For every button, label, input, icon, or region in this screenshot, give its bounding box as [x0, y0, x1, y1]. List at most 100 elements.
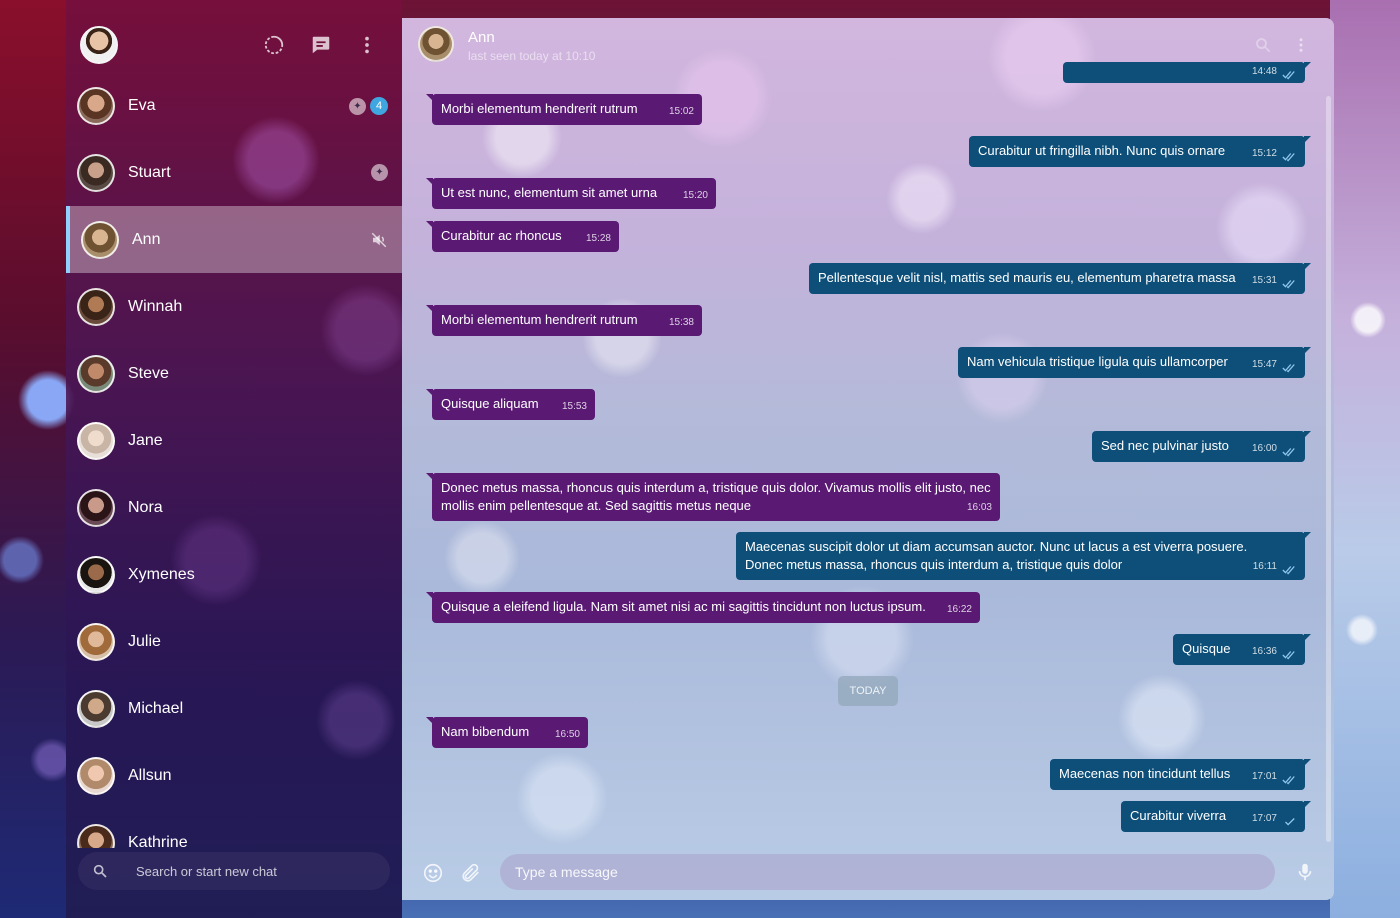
message-text: Morbi elementum hendrerit rutrum [441, 101, 638, 116]
chat-item-icons: ✦ [371, 164, 388, 181]
message-in[interactable]: Ut est nunc, elementum sit amet urna 15:… [426, 178, 716, 209]
chat-item-allsun[interactable]: Allsun [66, 742, 402, 809]
pin-icon: ✦ [349, 97, 366, 115]
avatar [77, 154, 115, 192]
message-out[interactable]: Maecenas suscipit dolor ut diam accumsan… [736, 532, 1311, 580]
message-out[interactable]: Sed nec pulvinar justo 16:00 [1092, 431, 1311, 462]
avatar [77, 489, 115, 527]
message-time: 15:53 [561, 401, 587, 412]
message-time: 15:38 [668, 317, 694, 328]
double-check-icon [1282, 565, 1296, 575]
chat-item-nora[interactable]: Nora [66, 474, 402, 541]
chat-name: Stuart [128, 164, 171, 181]
message-text: Morbi elementum hendrerit rutrum [441, 312, 638, 327]
search-input[interactable] [136, 861, 376, 881]
message-out[interactable]: 14:48 [1063, 62, 1311, 83]
message-time: 17:07 [1251, 813, 1277, 824]
message-text: Curabitur ut fringilla nibh. Nunc quis o… [978, 143, 1226, 158]
message-text: Ut est nunc, elementum sit amet urna [441, 185, 658, 200]
chat-item-icons [370, 231, 388, 249]
message-time: 15:12 [1251, 148, 1277, 159]
message-time: 15:20 [682, 190, 708, 201]
attach-icon[interactable] [460, 862, 482, 884]
message-out[interactable]: Pellentesque velit nisl, mattis sed maur… [809, 263, 1311, 294]
avatar [77, 556, 115, 594]
message-time: 16:36 [1251, 646, 1277, 657]
composer [402, 844, 1334, 900]
message-time: 17:01 [1251, 771, 1277, 782]
new-chat-icon[interactable] [310, 34, 332, 56]
chat-panel: Ann last seen today at 10:10 14:48 Morbi… [402, 18, 1334, 900]
message-text: Donec metus massa, rhoncus quis interdum… [441, 480, 991, 513]
status-icon[interactable] [263, 34, 285, 56]
contact-name: Ann [468, 29, 495, 46]
message-in[interactable]: Morbi elementum hendrerit rutrum 15:02 [426, 94, 702, 125]
chat-item-jane[interactable]: Jane [66, 407, 402, 474]
chat-name: Jane [128, 432, 163, 449]
message-out[interactable]: Nam vehicula tristique ligula quis ullam… [958, 347, 1311, 378]
chat-name: Allsun [128, 767, 172, 784]
chat-item-icons: ✦ 4 [349, 97, 388, 115]
double-check-icon [1282, 447, 1296, 457]
message-time: 14:48 [1251, 66, 1277, 77]
message-out[interactable]: Quisque 16:36 [1173, 634, 1311, 665]
message-in[interactable]: Curabitur ac rhoncus 15:28 [426, 221, 619, 252]
double-check-icon [1282, 650, 1296, 660]
message-time: 16:11 [1252, 561, 1277, 572]
chat-name: Ann [132, 231, 161, 248]
message-in[interactable]: Nam bibendum 16:50 [426, 717, 588, 748]
message-text: Curabitur ac rhoncus [441, 228, 562, 243]
chat-name: Nora [128, 499, 163, 516]
emoji-icon[interactable] [422, 862, 444, 884]
message-time: 16:50 [554, 729, 580, 740]
double-check-icon [1282, 775, 1296, 785]
chat-item-michael[interactable]: Michael [66, 675, 402, 742]
chat-item-ann[interactable]: Ann [66, 206, 402, 273]
message-text: Quisque aliquam [441, 396, 539, 411]
message-out[interactable]: Maecenas non tincidunt tellus 17:01 [1050, 759, 1311, 790]
contact-status: last seen today at 10:10 [468, 49, 596, 63]
message-in[interactable]: Donec metus massa, rhoncus quis interdum… [426, 473, 1000, 521]
more-vert-icon[interactable] [356, 34, 378, 56]
message-text: Maecenas suscipit dolor ut diam accumsan… [745, 539, 1248, 572]
chat-name: Xymenes [128, 566, 195, 583]
messages-scrollbar[interactable] [1326, 96, 1331, 842]
chat-item-winnah[interactable]: Winnah [66, 273, 402, 340]
day-separator: TODAY [838, 676, 898, 706]
search-icon [92, 863, 108, 879]
chat-item-eva[interactable]: Eva ✦ 4 [66, 72, 402, 139]
chat-name: Winnah [128, 298, 183, 315]
avatar [77, 690, 115, 728]
search-bar [78, 852, 390, 890]
chat-item-stuart[interactable]: Stuart ✦ [66, 139, 402, 206]
message-in[interactable]: Quisque aliquam 15:53 [426, 389, 595, 420]
chat-name: Eva [128, 97, 156, 114]
sidebar-header [66, 0, 402, 70]
message-out[interactable]: Curabitur ut fringilla nibh. Nunc quis o… [969, 136, 1311, 167]
avatar [77, 288, 115, 326]
search-icon[interactable] [1254, 36, 1272, 54]
message-input[interactable] [515, 862, 1255, 882]
chat-name: Julie [128, 633, 161, 650]
double-check-icon [1282, 279, 1296, 289]
chat-item-steve[interactable]: Steve [66, 340, 402, 407]
sidebar: Eva ✦ 4 Stuart ✦ Ann Winnah Steve Jane N… [66, 0, 402, 918]
avatar [77, 623, 115, 661]
chat-item-julie[interactable]: Julie [66, 608, 402, 675]
message-text: Maecenas non tincidunt tellus [1059, 766, 1231, 781]
message-time: 15:28 [585, 233, 611, 244]
more-vert-icon[interactable] [1292, 36, 1310, 54]
avatar [81, 221, 119, 259]
message-in[interactable]: Morbi elementum hendrerit rutrum 15:38 [426, 305, 702, 336]
chat-item-kathrine[interactable]: Kathrine [66, 809, 402, 848]
check-icon [1282, 817, 1296, 827]
message-out[interactable]: Curabitur viverra 17:07 [1121, 801, 1311, 832]
microphone-icon[interactable] [1294, 861, 1316, 883]
unread-badge: 4 [370, 97, 388, 115]
message-text: Curabitur viverra [1130, 808, 1227, 823]
my-avatar[interactable] [80, 26, 118, 64]
chat-item-xymenes[interactable]: Xymenes [66, 541, 402, 608]
message-in[interactable]: Quisque a eleifend ligula. Nam sit amet … [426, 592, 980, 623]
contact-avatar[interactable] [418, 26, 454, 62]
message-time: 16:22 [946, 604, 972, 615]
